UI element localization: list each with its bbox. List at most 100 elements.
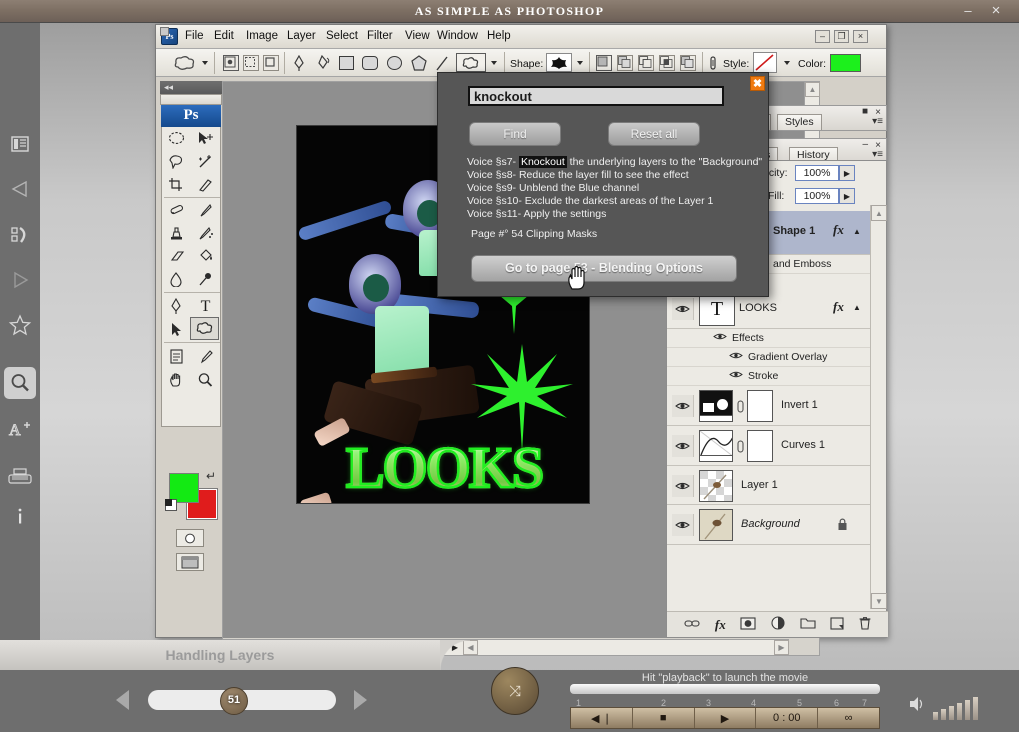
delete-layer-icon[interactable] bbox=[859, 616, 871, 633]
volume-bar-5[interactable] bbox=[965, 700, 970, 720]
effect-visibility-toggle[interactable] bbox=[729, 351, 744, 363]
opacity-stepper-button[interactable]: ▶ bbox=[839, 165, 855, 181]
adjustment-layer-icon[interactable] bbox=[771, 616, 785, 633]
menu-edit[interactable]: Edit bbox=[214, 30, 234, 42]
styles-panel-minimize-icon[interactable]: ■ bbox=[862, 106, 868, 117]
layer-thumbnail[interactable]: T bbox=[699, 293, 735, 326]
pen-tool[interactable] bbox=[162, 295, 191, 318]
layer-visibility-toggle[interactable] bbox=[672, 395, 694, 417]
list-item[interactable]: Voice §s8- Reduce the layer fill to see … bbox=[467, 169, 689, 181]
new-group-icon[interactable] bbox=[799, 617, 816, 632]
canvas-horizontal-scrollbar[interactable]: ◀ ▶ bbox=[463, 639, 789, 655]
app-minimize-button[interactable]: – bbox=[959, 3, 977, 19]
history-panel-menu-icon[interactable]: ▾≡ bbox=[872, 149, 883, 160]
effect-visibility-toggle[interactable] bbox=[713, 332, 728, 344]
dialog-close-button[interactable]: ✖ bbox=[750, 76, 765, 91]
volume-bar-6[interactable] bbox=[973, 697, 978, 720]
notes-tool[interactable] bbox=[162, 345, 191, 368]
crop-tool[interactable] bbox=[162, 173, 191, 196]
movie-progress-bar[interactable] bbox=[570, 684, 880, 694]
shape-area-add-button[interactable] bbox=[617, 55, 633, 71]
zoom-tool[interactable] bbox=[191, 368, 220, 391]
shape-layers-button[interactable] bbox=[223, 55, 239, 71]
toolbox-grip[interactable] bbox=[160, 94, 222, 105]
menu-help[interactable]: Help bbox=[487, 30, 511, 42]
marquee-tool[interactable] bbox=[162, 127, 191, 150]
list-item[interactable]: Gradient Overlay bbox=[667, 348, 871, 367]
layer-fx-icon[interactable]: fx bbox=[833, 222, 844, 238]
style-chevron-down-icon[interactable] bbox=[784, 61, 790, 65]
magic-wand-tool[interactable] bbox=[191, 150, 220, 173]
speaker-icon[interactable] bbox=[905, 695, 925, 716]
layer-expand-collapse-icon[interactable]: ▲ bbox=[853, 227, 861, 236]
tab-styles[interactable]: Styles bbox=[777, 114, 822, 130]
volume-bar-1[interactable] bbox=[933, 712, 938, 720]
clone-stamp-tool[interactable] bbox=[162, 222, 191, 245]
layer-thumbnail[interactable] bbox=[699, 470, 733, 502]
menu-window[interactable]: Window bbox=[437, 30, 478, 42]
loop-button[interactable]: ∞ bbox=[818, 708, 879, 728]
info-icon[interactable] bbox=[4, 500, 36, 532]
style-preview-swatch[interactable] bbox=[753, 52, 777, 73]
slice-tool[interactable] bbox=[191, 173, 220, 196]
table-row[interactable]: Layer 1 bbox=[667, 466, 871, 505]
ellipse-option-icon[interactable] bbox=[387, 56, 402, 70]
table-row[interactable]: Background bbox=[667, 505, 871, 545]
history-panel-minimize-icon[interactable]: – bbox=[862, 139, 868, 150]
table-row[interactable]: Curves 1 bbox=[667, 426, 871, 466]
freeform-pen-option-icon[interactable] bbox=[316, 54, 332, 75]
hand-tool[interactable] bbox=[162, 368, 191, 391]
toolbox-collapse-icon[interactable]: ◂◂ bbox=[160, 81, 222, 94]
shape-chevron-down-icon[interactable] bbox=[577, 61, 583, 65]
stop-button[interactable]: ■ bbox=[633, 708, 695, 728]
layer-expand-collapse-icon[interactable]: ▲ bbox=[853, 303, 861, 312]
star-icon[interactable] bbox=[4, 309, 36, 341]
path-selection-tool[interactable] bbox=[162, 318, 191, 341]
custom-shape-chevron-down-icon[interactable] bbox=[491, 61, 497, 65]
styles-panel-menu-icon[interactable]: ▾≡ bbox=[872, 116, 883, 127]
volume-bar-4[interactable] bbox=[957, 703, 962, 720]
lasso-tool[interactable] bbox=[162, 150, 191, 173]
table-row[interactable]: Invert 1 bbox=[667, 386, 871, 426]
list-item[interactable]: Stroke bbox=[667, 367, 871, 386]
layer-visibility-toggle[interactable] bbox=[672, 298, 694, 320]
list-item[interactable]: Voice §s7- Knockout the underlying layer… bbox=[467, 156, 762, 168]
layer-mask-icon[interactable] bbox=[740, 616, 756, 633]
custom-shape-option-icon[interactable] bbox=[456, 53, 486, 72]
search-input[interactable]: knockout bbox=[468, 86, 724, 106]
brush-tool[interactable] bbox=[191, 199, 220, 222]
goto-page-button[interactable]: Go to page 53 - Blending Options bbox=[471, 255, 737, 282]
layer-thumbnail[interactable] bbox=[699, 430, 733, 462]
photoshop-restore-button[interactable]: ❐ bbox=[834, 30, 849, 43]
menu-filter[interactable]: Filter bbox=[367, 30, 393, 42]
layers-scroll-up-button[interactable]: ▲ bbox=[871, 205, 887, 221]
color-swatch[interactable] bbox=[830, 54, 861, 72]
default-colors-icon[interactable] bbox=[165, 499, 177, 511]
polygon-option-icon[interactable] bbox=[410, 55, 428, 75]
layers-panel-scrollbar[interactable]: ▲ ▼ bbox=[870, 205, 887, 609]
rounded-rectangle-option-icon[interactable] bbox=[362, 56, 378, 70]
type-tool[interactable]: T bbox=[191, 295, 220, 318]
shape-area-new-button[interactable] bbox=[596, 55, 612, 71]
reset-all-button[interactable]: Reset all bbox=[608, 122, 700, 146]
playback-knob-button[interactable]: ⤨ bbox=[491, 667, 539, 715]
dodge-tool[interactable] bbox=[191, 268, 220, 291]
menu-view[interactable]: View bbox=[405, 30, 430, 42]
blur-tool[interactable] bbox=[162, 268, 191, 291]
list-item[interactable]: Voice §s9- Unblend the Blue channel bbox=[467, 182, 639, 194]
standard-mask-mode-button[interactable] bbox=[176, 529, 204, 547]
play-triangle-icon[interactable] bbox=[4, 264, 36, 296]
text-size-icon[interactable]: A bbox=[4, 413, 36, 445]
back-arrow-icon[interactable] bbox=[4, 173, 36, 205]
shape-area-subtract-button[interactable] bbox=[638, 55, 654, 71]
layer-style-fx-icon[interactable]: fx bbox=[715, 617, 726, 633]
paths-button[interactable] bbox=[243, 55, 259, 71]
tool-preset-icon[interactable] bbox=[172, 54, 198, 75]
volume-control[interactable] bbox=[905, 694, 1015, 720]
menu-layer[interactable]: Layer bbox=[287, 30, 316, 42]
volume-bar-2[interactable] bbox=[941, 709, 946, 720]
fill-stepper-button[interactable]: ▶ bbox=[839, 188, 855, 204]
shape-preview-swatch[interactable] bbox=[546, 53, 572, 72]
mask-link-icon[interactable] bbox=[736, 400, 745, 416]
step-back-button[interactable]: ◀ ❘ bbox=[571, 708, 633, 728]
